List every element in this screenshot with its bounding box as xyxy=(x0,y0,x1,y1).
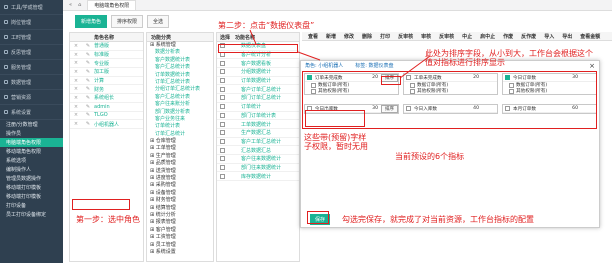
arrow-to-sort xyxy=(399,55,431,79)
arrow-to-dialog xyxy=(297,51,321,61)
annotation-arrows xyxy=(249,29,431,79)
arrow-to-function xyxy=(249,29,257,45)
